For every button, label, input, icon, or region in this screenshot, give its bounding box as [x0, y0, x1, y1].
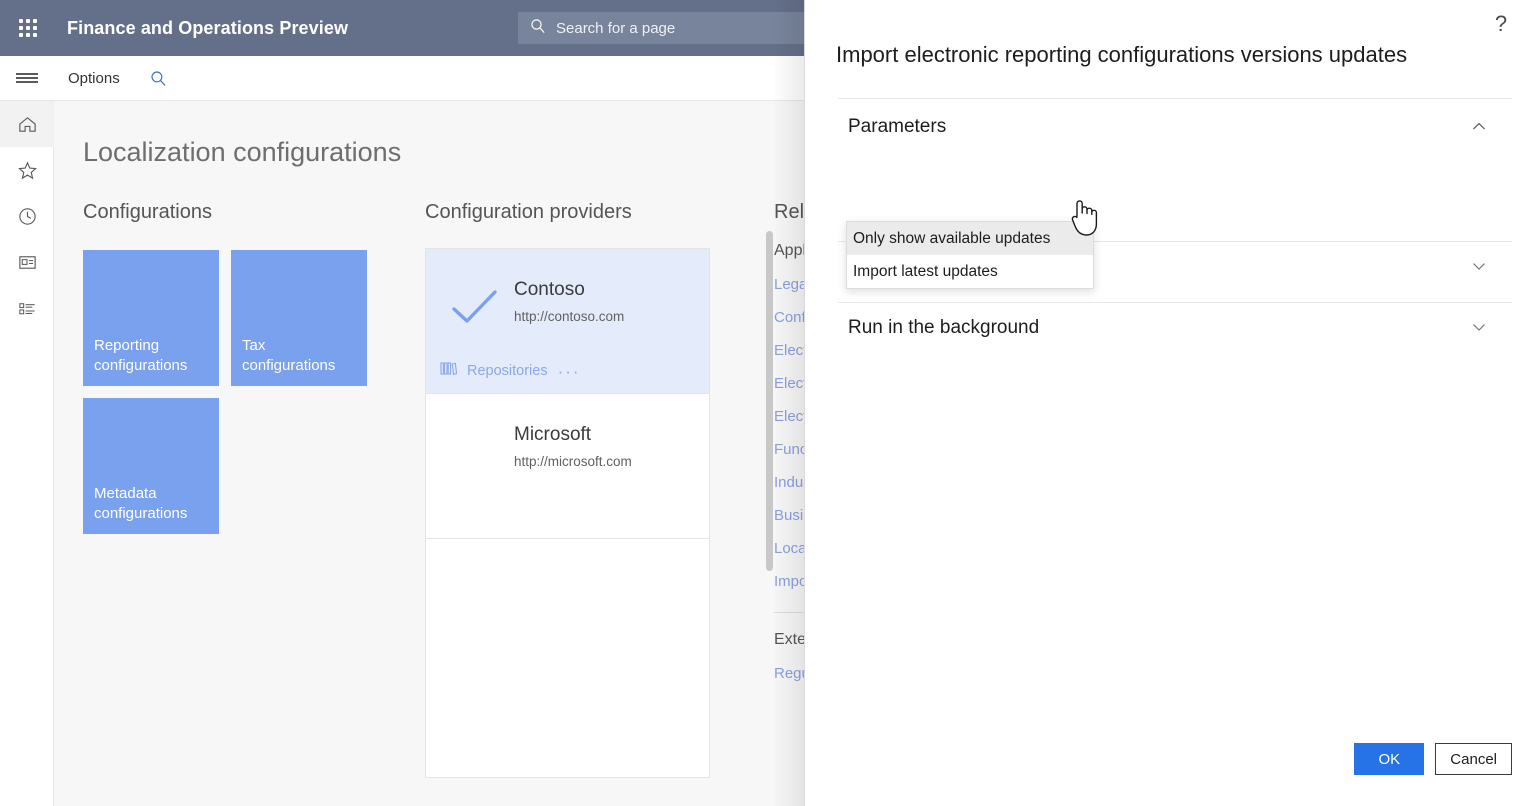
chevron-down-icon[interactable] — [1471, 319, 1487, 335]
page-search-icon[interactable] — [150, 70, 167, 87]
chevron-up-icon[interactable] — [1471, 119, 1487, 135]
provider-url: http://contoso.com — [514, 309, 625, 324]
configuration-providers-heading: Configuration providers — [425, 201, 632, 223]
search-icon — [530, 18, 546, 39]
list-icon — [18, 302, 35, 314]
list-item[interactable]: Contoso http://contoso.com Repositories … — [426, 249, 709, 394]
tile-label: Reporting configurations — [94, 337, 188, 375]
cancel-button[interactable]: Cancel — [1435, 743, 1512, 775]
workspace-icon — [18, 255, 36, 269]
provider-name: Microsoft — [514, 424, 592, 445]
sidebar-item-modules[interactable] — [0, 285, 54, 331]
hamburger-icon[interactable] — [0, 56, 54, 100]
star-icon — [17, 160, 37, 179]
books-icon — [440, 361, 458, 381]
dialog-overlay-shadow — [772, 0, 804, 806]
checkmark-icon — [450, 287, 500, 334]
dialog-footer: OK Cancel — [1354, 743, 1512, 775]
dropdown-option-import-latest-updates[interactable]: Import latest updates — [847, 255, 1093, 288]
configuration-tiles: Reporting configurations Tax configurati… — [83, 250, 379, 534]
provider-url: http://microsoft.com — [514, 454, 632, 469]
help-icon[interactable]: ? — [1485, 8, 1517, 40]
provider-name: Contoso — [514, 279, 585, 300]
global-search-placeholder: Search for a page — [556, 19, 676, 37]
tile-label: Tax configurations — [242, 337, 336, 375]
run-mode-dropdown-list: Only show available updates Import lates… — [846, 221, 1094, 289]
repositories-link[interactable]: Repositories — [467, 363, 548, 379]
tile-label: Metadata configurations — [94, 485, 188, 523]
screen: Finance and Operations Preview Search fo… — [0, 0, 1533, 806]
configuration-providers-column: Configuration providers Contoso http://c… — [425, 201, 725, 778]
chevron-down-icon[interactable] — [1471, 258, 1487, 274]
dialog-divider — [838, 98, 1512, 99]
sidebar-item-recent[interactable] — [0, 193, 54, 239]
app-title: Finance and Operations Preview — [67, 17, 349, 38]
provider-actions: Repositories ··· — [440, 361, 581, 381]
dialog-title: Import electronic reporting configuratio… — [836, 42, 1408, 67]
configurations-heading: Configurations — [83, 201, 212, 223]
sidebar-item-home[interactable] — [0, 101, 54, 147]
dropdown-option-only-show-available-updates[interactable]: Only show available updates — [847, 222, 1093, 255]
import-updates-dialog: ? Import electronic reporting configurat… — [804, 0, 1533, 806]
app-launcher-icon[interactable] — [0, 0, 56, 56]
left-navigation-rail — [0, 101, 54, 806]
home-icon — [18, 116, 36, 132]
configurations-column: Configurations Reporting configurations … — [83, 201, 413, 534]
list-item[interactable]: Microsoft http://microsoft.com — [426, 394, 709, 539]
sidebar-item-favorites[interactable] — [0, 147, 54, 193]
configuration-providers-list: Contoso http://contoso.com Repositories … — [425, 248, 710, 778]
options-button[interactable]: Options — [68, 70, 120, 87]
provider-overflow-button[interactable]: ··· — [558, 363, 581, 380]
ok-button[interactable]: OK — [1354, 743, 1425, 775]
page-title: Localization configurations — [83, 137, 402, 167]
section-header-run-in-background[interactable]: Run in the background — [848, 317, 1039, 339]
sidebar-item-workspaces[interactable] — [0, 239, 54, 285]
section-header-parameters[interactable]: Parameters — [848, 116, 946, 138]
dialog-divider — [838, 302, 1512, 303]
tile-tax-configurations[interactable]: Tax configurations — [231, 250, 367, 386]
clock-icon — [18, 207, 36, 225]
waffle-grid — [19, 19, 37, 37]
tile-reporting-configurations[interactable]: Reporting configurations — [83, 250, 219, 386]
tile-metadata-configurations[interactable]: Metadata configurations — [83, 398, 219, 534]
